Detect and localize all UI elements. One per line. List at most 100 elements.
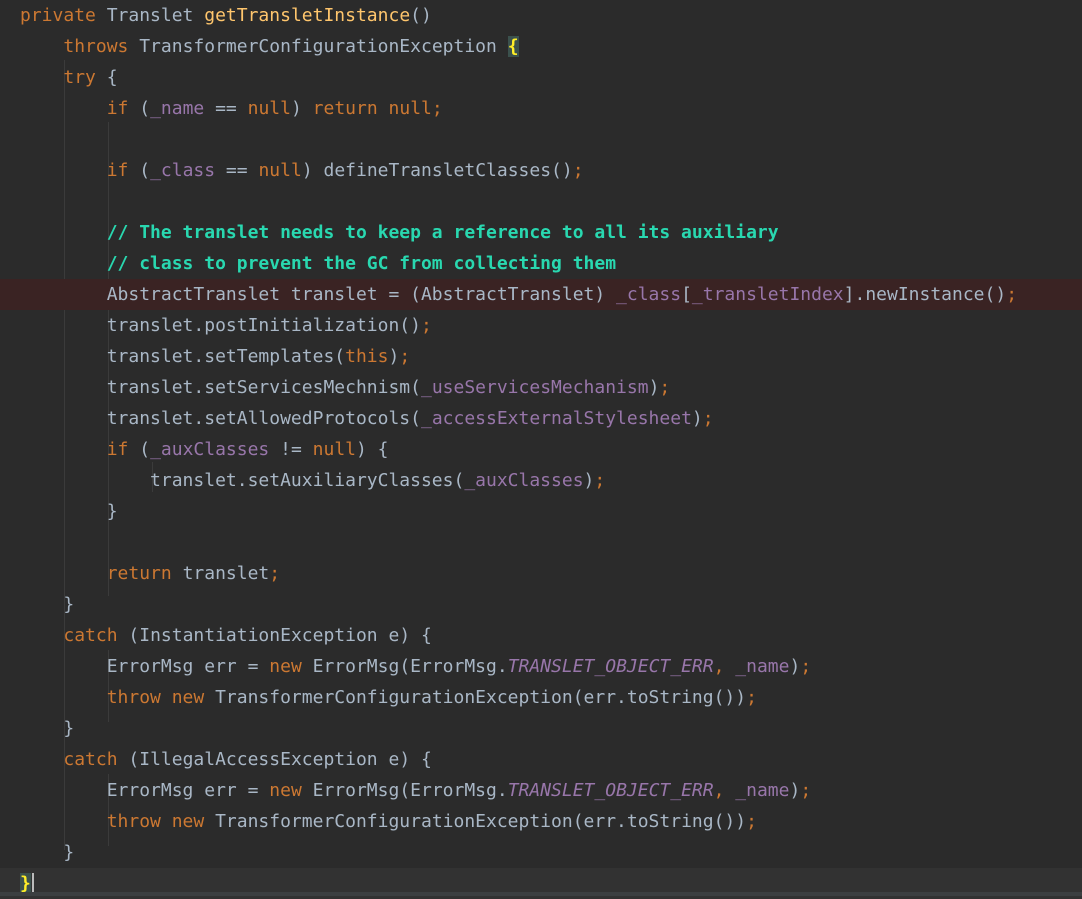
code-token: TRANSLET_OBJECT_ERR (507, 780, 714, 801)
code-token: == (215, 160, 259, 181)
code-line[interactable]: try { (0, 62, 1082, 93)
code-line[interactable]: translet.setAuxiliaryClasses(_auxClasses… (0, 465, 1082, 496)
code-line[interactable]: if (_class == null) defineTransletClasse… (0, 155, 1082, 186)
code-token: ) (583, 470, 595, 491)
code-editor[interactable]: private Translet getTransletInstance() t… (0, 0, 1082, 899)
code-line[interactable]: } (0, 713, 1082, 744)
code-token: ) defineTransletClasses() (301, 160, 573, 181)
code-line[interactable]: translet.setAllowedProtocols(_accessExte… (0, 403, 1082, 434)
code-keyword: throws (63, 36, 140, 57)
code-line[interactable]: translet.setServicesMechnism(_useService… (0, 372, 1082, 403)
code-keyword: throw new (106, 687, 216, 708)
code-keyword: ; (659, 377, 671, 398)
code-keyword: throw new (106, 811, 216, 832)
code-line[interactable] (0, 527, 1082, 558)
code-keyword: ; (399, 346, 411, 367)
code-token: != (269, 439, 313, 460)
code-token: _class (616, 284, 682, 305)
code-token: } (20, 873, 31, 894)
code-line[interactable]: ErrorMsg err = new ErrorMsg(ErrorMsg.TRA… (0, 775, 1082, 806)
code-line[interactable]: catch (InstantiationException e) { (0, 620, 1082, 651)
code-token: ].newInstance() (843, 284, 1007, 305)
code-keyword: return (106, 563, 183, 584)
code-token: ( (139, 160, 151, 181)
code-token: TransformerConfigurationException(err.to… (215, 811, 747, 832)
code-token: ErrorMsg err = (106, 656, 270, 677)
code-keyword: ; (420, 315, 432, 336)
code-line[interactable] (0, 186, 1082, 217)
code-token: TRANSLET_OBJECT_ERR (507, 656, 714, 677)
code-token: } (63, 594, 75, 615)
code-keyword: new (269, 780, 313, 801)
code-line[interactable]: if (_name == null) return null; (0, 93, 1082, 124)
code-line[interactable]: translet.postInitialization(); (0, 310, 1082, 341)
code-token: ErrorMsg(ErrorMsg. (312, 780, 508, 801)
code-token: } (106, 501, 118, 522)
code-token: ErrorMsg err = (106, 780, 270, 801)
code-token: Translet (106, 5, 205, 26)
code-token: _useServicesMechanism (420, 377, 649, 398)
code-token: translet.setTemplates( (106, 346, 346, 367)
code-token: } (63, 718, 75, 739)
code-token: ( (139, 439, 151, 460)
code-token: translet.setServicesMechnism( (106, 377, 421, 398)
code-keyword: ; (269, 563, 281, 584)
code-keyword: , (713, 656, 736, 677)
code-line[interactable]: translet.setTemplates(this); (0, 341, 1082, 372)
code-line[interactable]: catch (IllegalAccessException e) { (0, 744, 1082, 775)
code-line[interactable]: throw new TransformerConfigurationExcept… (0, 806, 1082, 837)
code-line[interactable]: // The translet needs to keep a referenc… (0, 217, 1082, 248)
code-keyword: this (345, 346, 389, 367)
code-line[interactable]: ErrorMsg err = new ErrorMsg(ErrorMsg.TRA… (0, 651, 1082, 682)
code-token: _auxClasses (464, 470, 584, 491)
code-token: _name (150, 98, 205, 119)
code-keyword: if (106, 439, 140, 460)
code-token: ) (789, 656, 801, 677)
code-line[interactable]: throws TransformerConfigurationException… (0, 31, 1082, 62)
code-token: () (410, 5, 432, 26)
code-token: _name (735, 656, 790, 677)
code-keyword: null (258, 160, 302, 181)
code-keyword: ; (572, 160, 584, 181)
code-comment: // The translet needs to keep a referenc… (106, 222, 779, 243)
code-line[interactable]: private Translet getTransletInstance() (0, 0, 1082, 31)
code-line[interactable] (0, 124, 1082, 155)
code-keyword: catch (63, 749, 129, 770)
code-line[interactable]: return translet; (0, 558, 1082, 589)
code-token: ) (648, 377, 660, 398)
code-token: == (204, 98, 248, 119)
code-token: translet (182, 563, 270, 584)
code-token: ) (789, 780, 801, 801)
code-line[interactable]: } (0, 837, 1082, 868)
code-line[interactable]: AbstractTranslet translet = (AbstractTra… (0, 279, 1082, 310)
code-keyword: ; (702, 408, 714, 429)
code-keyword: ; (800, 780, 812, 801)
code-token: translet.postInitialization() (106, 315, 421, 336)
code-line[interactable]: } (0, 589, 1082, 620)
code-keyword: ; (1006, 284, 1018, 305)
code-line[interactable]: throw new TransformerConfigurationExcept… (0, 682, 1082, 713)
code-line[interactable]: if (_auxClasses != null) { (0, 434, 1082, 465)
code-line[interactable]: } (0, 496, 1082, 527)
code-line[interactable]: // class to prevent the GC from collecti… (0, 248, 1082, 279)
code-token: { (507, 36, 519, 57)
code-token: ErrorMsg(ErrorMsg. (312, 656, 508, 677)
code-token: ) { (356, 439, 389, 460)
code-keyword: catch (63, 625, 129, 646)
